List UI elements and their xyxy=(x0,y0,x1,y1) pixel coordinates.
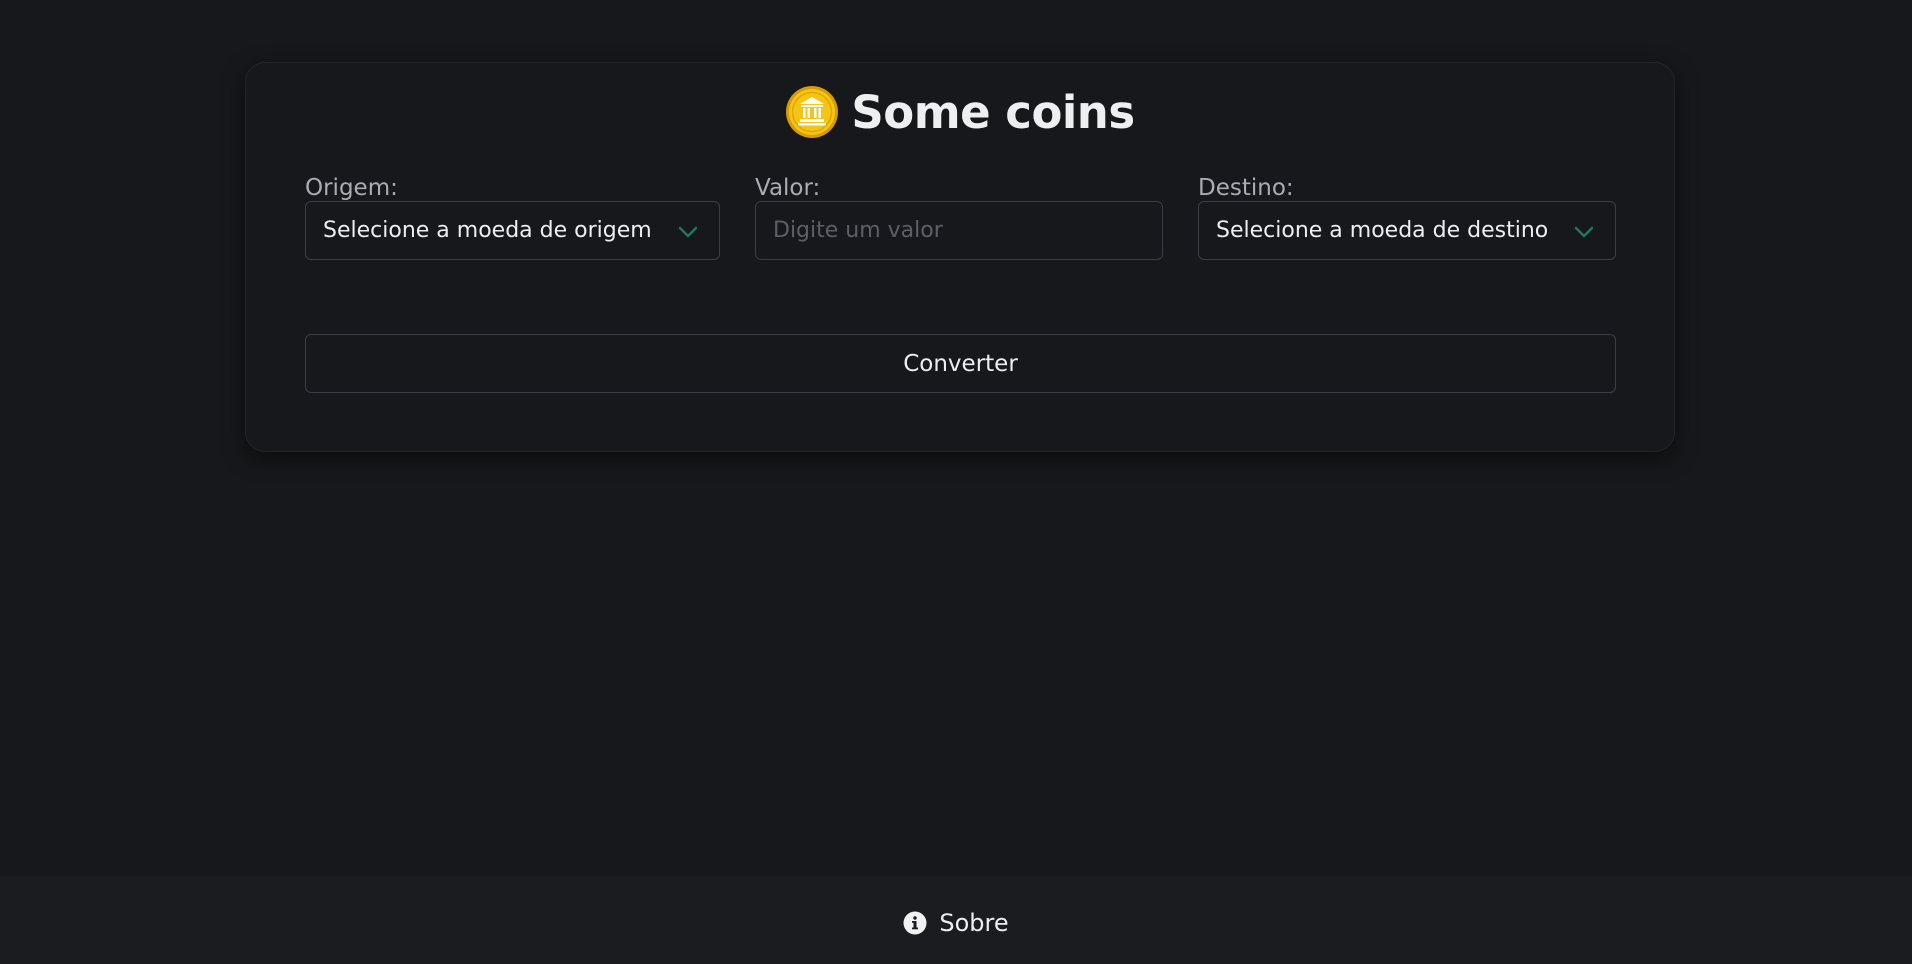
info-icon xyxy=(903,911,927,935)
chevron-down-icon xyxy=(677,221,699,243)
page-title: Some coins xyxy=(246,85,1674,139)
about-link[interactable]: Sobre xyxy=(903,909,1009,937)
amount-label: Valor: xyxy=(755,175,821,201)
amount-input[interactable]: Digite um valor xyxy=(755,201,1163,260)
bank-coin-icon xyxy=(785,85,839,139)
destination-label: Destino: xyxy=(1198,175,1294,201)
footer: Sobre xyxy=(0,876,1912,964)
origin-currency-select[interactable]: Selecione a moeda de origem xyxy=(305,201,720,260)
origin-select-value: Selecione a moeda de origem xyxy=(323,218,652,243)
converter-card: Some coins Origem: Selecione a moeda de … xyxy=(245,62,1675,452)
chevron-down-icon xyxy=(1573,221,1595,243)
destination-select-value: Selecione a moeda de destino xyxy=(1216,218,1549,243)
origin-label: Origem: xyxy=(305,175,398,201)
destination-currency-select[interactable]: Selecione a moeda de destino xyxy=(1198,201,1616,260)
convert-button[interactable]: Converter xyxy=(305,334,1616,393)
app-title: Some coins xyxy=(851,85,1135,139)
about-label: Sobre xyxy=(939,909,1009,937)
amount-placeholder: Digite um valor xyxy=(773,218,943,243)
